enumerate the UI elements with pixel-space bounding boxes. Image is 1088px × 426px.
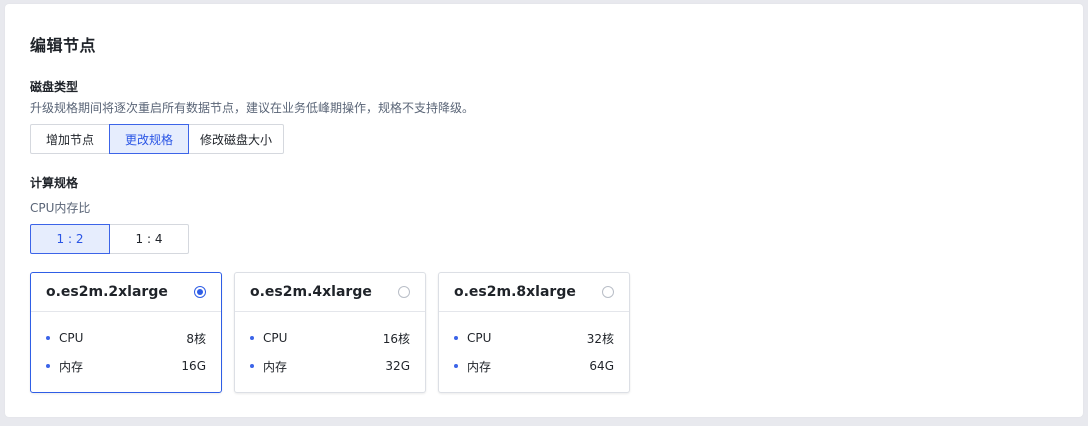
compute-spec-label: 计算规格 (30, 176, 79, 190)
radio-unchecked-icon[interactable] (602, 286, 614, 298)
memory-value: 16G (181, 359, 206, 373)
spec-row-cpu: CPU 16核 (250, 324, 410, 352)
ratio-option-1-2[interactable]: 1 : 2 (30, 224, 110, 254)
tab-add-node[interactable]: 增加节点 (30, 124, 110, 154)
bullet-icon (46, 336, 50, 340)
memory-label: 内存 (467, 359, 492, 374)
spec-row-memory: 内存 16G (46, 352, 206, 380)
cpu-label: CPU (59, 331, 84, 345)
spec-card-body: CPU 8核 内存 16G (31, 312, 221, 380)
spec-row-memory: 内存 32G (250, 352, 410, 380)
spec-card-2xlarge[interactable]: o.es2m.2xlarge CPU 8核 内存 16G (30, 272, 222, 393)
operation-tabs: 增加节点 更改规格 修改磁盘大小 (30, 124, 284, 154)
cpu-label: CPU (467, 331, 492, 345)
tab-resize-disk[interactable]: 修改磁盘大小 (188, 124, 284, 154)
bullet-icon (250, 336, 254, 340)
cpu-memory-ratio-label: CPU内存比 (30, 201, 91, 215)
spec-row-cpu: CPU 8核 (46, 324, 206, 352)
cpu-label: CPU (263, 331, 288, 345)
spec-card-header: o.es2m.2xlarge (31, 273, 221, 312)
spec-card-name: o.es2m.8xlarge (454, 284, 576, 300)
bullet-icon (250, 364, 254, 368)
spec-card-name: o.es2m.4xlarge (250, 284, 372, 300)
spec-card-header: o.es2m.4xlarge (235, 273, 425, 312)
memory-value: 64G (589, 359, 614, 373)
spec-row-memory: 内存 64G (454, 352, 614, 380)
radio-checked-icon[interactable] (194, 286, 206, 298)
spec-card-4xlarge[interactable]: o.es2m.4xlarge CPU 16核 内存 32G (234, 272, 426, 393)
disk-type-label: 磁盘类型 (30, 80, 79, 94)
cpu-value: 8核 (186, 331, 206, 346)
ratio-option-1-4[interactable]: 1 : 4 (109, 224, 189, 254)
spec-row-cpu: CPU 32核 (454, 324, 614, 352)
spec-card-list: o.es2m.2xlarge CPU 8核 内存 16G o.es2m.4xla… (30, 272, 642, 393)
memory-label: 内存 (59, 359, 84, 374)
spec-card-name: o.es2m.2xlarge (46, 284, 168, 300)
radio-unchecked-icon[interactable] (398, 286, 410, 298)
panel-title: 编辑节点 (30, 36, 97, 55)
spec-card-header: o.es2m.8xlarge (439, 273, 629, 312)
spec-card-body: CPU 16核 内存 32G (235, 312, 425, 380)
upgrade-hint: 升级规格期间将逐次重启所有数据节点，建议在业务低峰期操作，规格不支持降级。 (30, 101, 475, 115)
spec-card-8xlarge[interactable]: o.es2m.8xlarge CPU 32核 内存 64G (438, 272, 630, 393)
spec-card-body: CPU 32核 内存 64G (439, 312, 629, 380)
cpu-value: 32核 (586, 331, 614, 346)
edit-node-panel: 编辑节点 磁盘类型 升级规格期间将逐次重启所有数据节点，建议在业务低峰期操作，规… (5, 4, 1083, 417)
memory-value: 32G (385, 359, 410, 373)
bullet-icon (454, 336, 458, 340)
bullet-icon (46, 364, 50, 368)
bullet-icon (454, 364, 458, 368)
tab-change-spec[interactable]: 更改规格 (109, 124, 189, 154)
ratio-selector: 1 : 2 1 : 4 (30, 224, 189, 254)
memory-label: 内存 (263, 359, 288, 374)
cpu-value: 16核 (382, 331, 410, 346)
